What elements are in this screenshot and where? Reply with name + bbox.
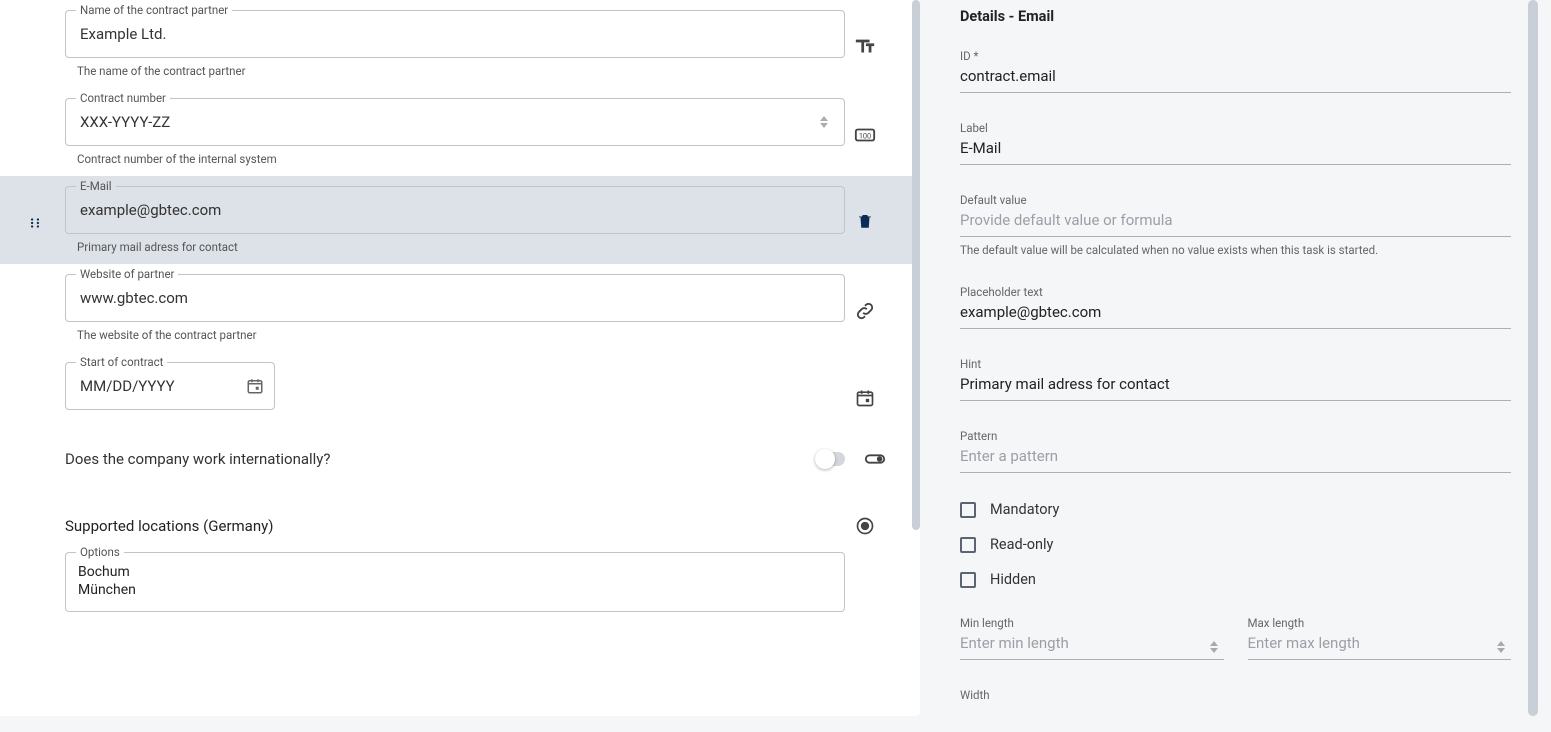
- detail-field-pattern[interactable]: Pattern Enter a pattern: [960, 429, 1511, 473]
- checkbox-label: Read-only: [990, 536, 1053, 553]
- field-placeholder[interactable]: Enter a pattern: [960, 447, 1511, 473]
- field-placeholder: www.gbtec.com: [80, 289, 830, 307]
- detail-field-placeholder[interactable]: Placeholder text example@gbtec.com: [960, 285, 1511, 329]
- field-label: Width: [960, 688, 1511, 702]
- checkbox-label: Hidden: [990, 571, 1036, 588]
- field-hint: The name of the contract partner: [77, 64, 845, 78]
- field-label: Start of contract: [76, 355, 167, 369]
- checkbox-readonly[interactable]: Read-only: [960, 536, 1511, 553]
- field-value[interactable]: example@gbtec.com: [960, 303, 1511, 329]
- checkbox-label: Mandatory: [990, 501, 1059, 518]
- delete-icon[interactable]: [845, 186, 885, 230]
- number-spinner-icon[interactable]: [820, 112, 834, 132]
- field-label: Pattern: [960, 429, 1511, 443]
- field-row-contract-number[interactable]: Contract number XXX-YYYY-ZZ Contract num…: [0, 88, 920, 176]
- field-row-start-date[interactable]: Start of contract MM/DD/YYYY: [0, 352, 920, 420]
- field-row-email[interactable]: E-Mail example@gbtec.com Primary mail ad…: [0, 176, 920, 264]
- toggle-type-icon: [855, 448, 895, 470]
- details-title: Details - Email: [960, 8, 1511, 25]
- pane-divider[interactable]: [920, 0, 940, 732]
- input-website[interactable]: Website of partner www.gbtec.com: [65, 274, 845, 322]
- checkbox-icon[interactable]: [960, 502, 976, 518]
- detail-field-maxlength[interactable]: Max length Enter max length: [1248, 616, 1512, 660]
- date-type-icon: [845, 362, 885, 408]
- field-label: E-Mail: [76, 179, 116, 193]
- calendar-picker-icon[interactable]: [246, 377, 264, 395]
- field-value[interactable]: contract.email: [960, 67, 1511, 93]
- field-label: Name of the contract partner: [76, 3, 232, 17]
- number-type-icon: 100: [845, 98, 885, 146]
- form-builder-canvas[interactable]: Name of the contract partner Example Ltd…: [0, 0, 920, 716]
- field-value[interactable]: E-Mail: [960, 139, 1511, 165]
- field-label: Hint: [960, 357, 1511, 371]
- field-placeholder[interactable]: Provide default value or formula: [960, 211, 1511, 237]
- field-hint: The website of the contract partner: [77, 328, 845, 342]
- field-placeholder: example@gbtec.com: [80, 201, 830, 219]
- text-type-icon: [845, 10, 885, 58]
- question-text: Does the company work internationally?: [65, 450, 815, 468]
- detail-field-hint[interactable]: Hint Primary mail adress for contact: [960, 357, 1511, 401]
- input-name[interactable]: Name of the contract partner Example Ltd…: [65, 10, 845, 58]
- field-label: Min length: [960, 616, 1224, 630]
- checkbox-mandatory[interactable]: Mandatory: [960, 501, 1511, 518]
- options-input[interactable]: Options Bochum München: [65, 552, 845, 612]
- field-placeholder[interactable]: Enter max length: [1248, 634, 1512, 660]
- field-label: Placeholder text: [960, 285, 1511, 299]
- field-label: Max length: [1248, 616, 1512, 630]
- detail-field-label[interactable]: Label E-Mail: [960, 121, 1511, 165]
- drag-handle-icon[interactable]: [28, 216, 42, 230]
- field-placeholder: Example Ltd.: [80, 25, 830, 43]
- number-spinner-icon[interactable]: [1210, 637, 1224, 657]
- field-hint: Primary mail adress for contact: [77, 240, 845, 254]
- field-row-website[interactable]: Website of partner www.gbtec.com The web…: [0, 264, 920, 352]
- field-placeholder: XXX-YYYY-ZZ: [80, 113, 830, 131]
- options-label: Options: [76, 545, 124, 559]
- option-item: München: [78, 581, 832, 599]
- field-placeholder[interactable]: Enter min length: [960, 634, 1224, 660]
- field-placeholder: MM/DD/YYYY: [80, 377, 260, 395]
- field-row-international[interactable]: Does the company work internationally?: [0, 420, 920, 498]
- radio-type-icon: [845, 516, 885, 536]
- detail-field-minlength[interactable]: Min length Enter min length: [960, 616, 1224, 660]
- input-start-date[interactable]: Start of contract MM/DD/YYYY: [65, 362, 275, 410]
- input-contract-number[interactable]: Contract number XXX-YYYY-ZZ: [65, 98, 845, 146]
- field-label: ID *: [960, 49, 1511, 63]
- field-label: Website of partner: [76, 267, 178, 281]
- detail-field-width[interactable]: Width: [960, 688, 1511, 702]
- field-hint: Contract number of the internal system: [77, 152, 845, 166]
- checkbox-icon[interactable]: [960, 572, 976, 588]
- field-row-name[interactable]: Name of the contract partner Example Ltd…: [0, 0, 920, 88]
- link-type-icon: [845, 274, 885, 322]
- input-email[interactable]: E-Mail example@gbtec.com: [65, 186, 845, 234]
- detail-field-id[interactable]: ID * contract.email: [960, 49, 1511, 93]
- details-panel: Details - Email ID * contract.email Labe…: [940, 0, 1551, 716]
- field-sub-hint: The default value will be calculated whe…: [960, 243, 1511, 257]
- svg-text:100: 100: [859, 132, 871, 141]
- number-spinner-icon[interactable]: [1497, 637, 1511, 657]
- field-label: Default value: [960, 193, 1511, 207]
- checkbox-icon[interactable]: [960, 537, 976, 553]
- option-item: Bochum: [78, 563, 832, 581]
- toggle-switch[interactable]: [815, 452, 845, 466]
- field-label: Contract number: [76, 91, 170, 105]
- scrollbar[interactable]: [1528, 0, 1538, 716]
- detail-field-default[interactable]: Default value Provide default value or f…: [960, 193, 1511, 257]
- question-text: Supported locations (Germany): [65, 517, 845, 535]
- field-label: Label: [960, 121, 1511, 135]
- checkbox-hidden[interactable]: Hidden: [960, 571, 1511, 588]
- field-row-locations[interactable]: Supported locations (Germany) Options Bo…: [0, 498, 920, 622]
- scrollbar[interactable]: [912, 0, 920, 530]
- field-value[interactable]: Primary mail adress for contact: [960, 375, 1511, 401]
